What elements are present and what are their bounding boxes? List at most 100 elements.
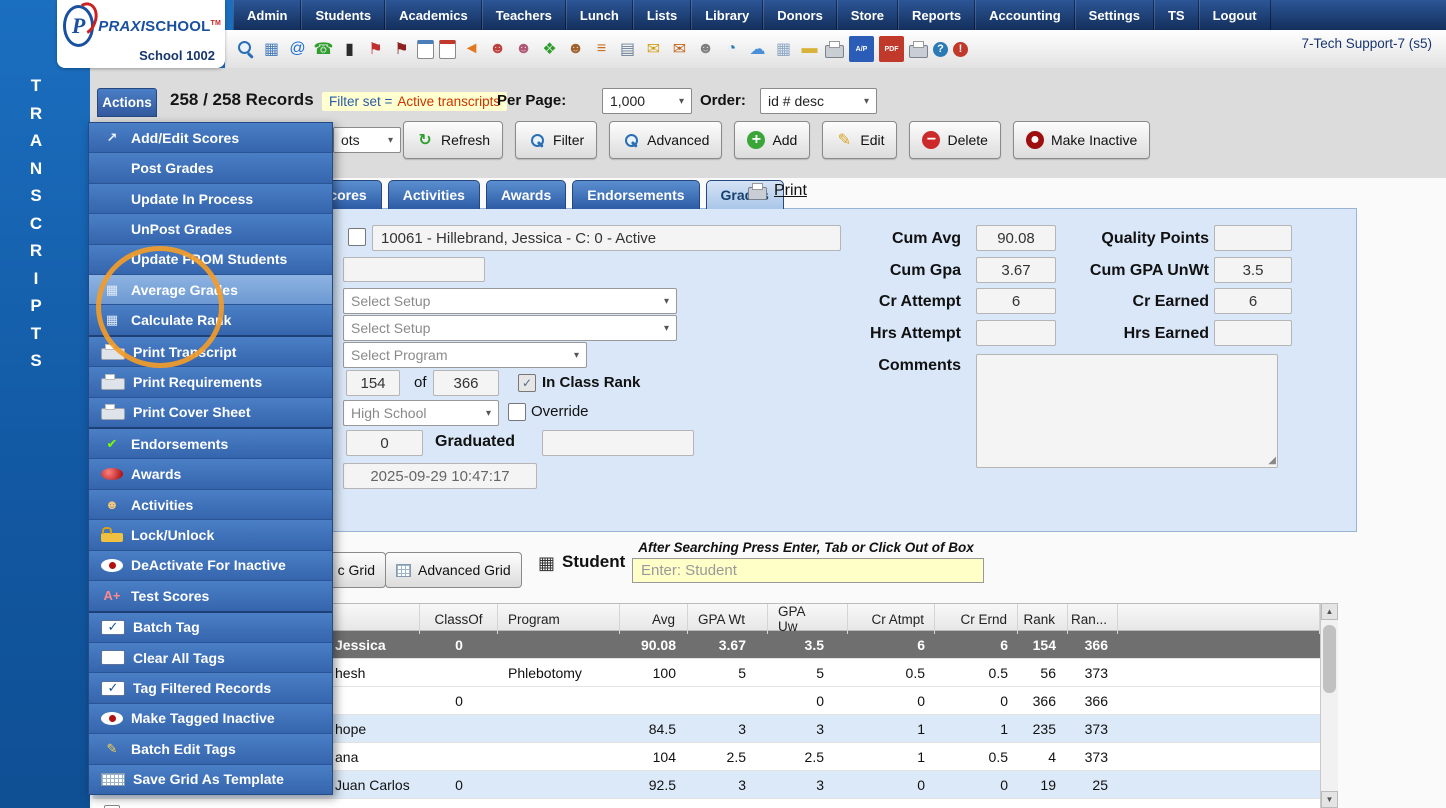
cum-gpa-unwt-field[interactable]: 3.5 <box>1214 257 1292 283</box>
add-button[interactable]: + Add <box>734 121 811 159</box>
grid-scrollbar[interactable]: ▲ ▼ <box>1320 603 1338 808</box>
student-icon[interactable]: ☻ <box>513 38 534 60</box>
actions-button[interactable]: Actions <box>97 88 157 117</box>
tab-awards[interactable]: Awards <box>485 180 567 209</box>
menu-item-print-requirements[interactable]: Print Requirements <box>89 367 332 398</box>
scrollbar-thumb[interactable] <box>1323 625 1336 693</box>
advanced-grid-button[interactable]: Advanced Grid <box>385 552 522 588</box>
quality-points-field[interactable] <box>1214 225 1292 251</box>
advanced-button[interactable]: Advanced <box>609 121 723 159</box>
menu-item-deactivate-for-inactive[interactable]: DeActivate For Inactive <box>89 550 332 582</box>
cum-gpa-field[interactable]: 3.67 <box>976 257 1056 283</box>
announcement-icon[interactable]: ◄ <box>461 38 482 60</box>
student-name-field[interactable]: 10061 - Hillebrand, Jessica - C: 0 - Act… <box>372 225 841 251</box>
nav-item-reports[interactable]: Reports <box>898 0 976 30</box>
student-row-checkbox[interactable] <box>348 228 366 246</box>
class-rank-total-field[interactable]: 366 <box>433 370 499 396</box>
tab-endorsements[interactable]: Endorsements <box>572 180 700 209</box>
graduated-date-field[interactable] <box>542 430 694 456</box>
transcripts-select-truncated[interactable]: ots ▾ <box>333 127 401 153</box>
scroll-down-icon[interactable]: ▼ <box>1321 791 1338 808</box>
nav-item-settings[interactable]: Settings <box>1074 0 1154 30</box>
cr-attempt-field[interactable]: 6 <box>976 288 1056 314</box>
menu-item-post-grades[interactable]: Post Grades <box>89 153 332 184</box>
chat-phone-icon[interactable]: ☎ <box>313 38 334 60</box>
nav-item-lunch[interactable]: Lunch <box>565 0 633 30</box>
calendar-red-icon[interactable] <box>439 39 456 59</box>
menu-item-update-in-process[interactable]: Update In Process <box>89 183 332 215</box>
hrs-attempt-field[interactable] <box>976 320 1056 346</box>
copier-icon[interactable] <box>909 40 928 58</box>
cum-avg-field[interactable]: 90.08 <box>976 225 1056 251</box>
menu-item-endorsements[interactable]: ✔ Endorsements <box>89 429 332 460</box>
mobile-icon[interactable]: ▮ <box>339 38 360 60</box>
tab-activities[interactable]: Activities <box>387 180 480 209</box>
edit-button[interactable]: ✎ Edit <box>822 121 898 159</box>
nav-item-students[interactable]: Students <box>301 0 386 30</box>
notepad-icon[interactable]: ▤ <box>617 38 638 60</box>
nav-item-lists[interactable]: Lists <box>632 0 692 30</box>
menu-item-print-transcript[interactable]: Print Transcript <box>89 336 332 368</box>
menu-item-lock-unlock[interactable]: Lock/Unlock <box>89 520 332 551</box>
secondary-field[interactable] <box>343 257 485 282</box>
ap-icon[interactable]: A/P <box>849 36 874 62</box>
student-add-icon[interactable]: ☻ <box>487 38 508 60</box>
menu-item-save-grid-as-template[interactable]: Save Grid As Template <box>89 764 332 794</box>
override-checkbox[interactable] <box>508 403 526 421</box>
school-level-select[interactable]: High School ▾ <box>343 400 499 426</box>
resize-handle-icon[interactable]: ◢ <box>1268 455 1276 466</box>
nav-item-donors[interactable]: Donors <box>763 0 837 30</box>
comments-textarea[interactable]: ◢ <box>976 354 1278 468</box>
people-gray-icon[interactable]: ☻ <box>695 38 716 60</box>
menu-item-average-grades[interactable]: ▦ Average Grades <box>89 275 332 306</box>
menu-item-batch-tag[interactable]: ✓ Batch Tag <box>89 612 332 643</box>
refresh-button[interactable]: ↻ Refresh <box>403 121 504 159</box>
menu-item-print-cover-sheet[interactable]: Print Cover Sheet <box>89 397 332 430</box>
menu-item-awards[interactable]: Awards <box>89 459 332 490</box>
row-checkbox[interactable] <box>103 804 120 808</box>
in-class-rank-checkbox[interactable]: ✓ <box>518 374 536 392</box>
lunch-icon[interactable]: ≡ <box>591 38 612 60</box>
alert-icon[interactable]: ! <box>953 41 968 57</box>
order-select[interactable]: id # desc ▾ <box>760 88 877 114</box>
per-page-select[interactable]: 1,000 ▾ <box>602 88 692 114</box>
delete-button[interactable]: − Delete <box>909 121 1001 159</box>
timestamp-field[interactable]: 2025-09-29 10:47:17 <box>343 463 537 489</box>
nav-item-library[interactable]: Library <box>691 0 764 30</box>
pdf-icon[interactable]: PDF <box>879 36 904 62</box>
nav-item-ts[interactable]: TS <box>1153 0 1199 30</box>
nav-item-accounting[interactable]: Accounting <box>975 0 1075 30</box>
class-rank-field[interactable]: 154 <box>346 370 400 396</box>
nav-item-store[interactable]: Store <box>836 0 899 30</box>
menu-item-update-from-students[interactable]: Update FROM Students <box>89 244 332 276</box>
print-link[interactable]: Print <box>748 182 807 200</box>
calendar-icon[interactable] <box>417 39 434 59</box>
make-inactive-button[interactable]: ● Make Inactive <box>1012 121 1151 159</box>
setup-select-1[interactable]: Select Setup ▾ <box>343 288 677 314</box>
help-icon[interactable]: ? <box>933 41 948 57</box>
nav-item-logout[interactable]: Logout <box>1198 0 1271 30</box>
pushpin-icon[interactable]: ⚑ <box>365 38 386 60</box>
setup-select-2[interactable]: Select Setup ▾ <box>343 315 677 341</box>
mail-forward-icon[interactable]: ✉ <box>669 38 690 60</box>
menu-item-clear-all-tags[interactable]: Clear All Tags <box>89 642 332 674</box>
scroll-up-icon[interactable]: ▲ <box>1321 603 1338 620</box>
graduated-count-field[interactable]: 0 <box>346 430 423 456</box>
hrs-earned-field[interactable] <box>1214 320 1292 346</box>
filter-button[interactable]: Filter <box>515 121 598 159</box>
chat-bubble-icon[interactable]: ☁ <box>747 38 768 60</box>
mail-send-icon[interactable]: ✉ <box>643 38 664 60</box>
nav-item-academics[interactable]: Academics <box>385 0 482 30</box>
cr-earned-field[interactable]: 6 <box>1214 288 1292 314</box>
menu-item-calculate-rank[interactable]: ▦ Calculate Rank <box>89 305 332 337</box>
search-icon[interactable] <box>235 38 256 60</box>
menu-item-unpost-grades[interactable]: UnPost Grades <box>89 214 332 245</box>
tags-icon[interactable]: ❖ <box>539 38 560 60</box>
program-select[interactable]: Select Program ▾ <box>343 342 587 368</box>
menu-item-activities[interactable]: ☻ Activities <box>89 489 332 521</box>
card-icon[interactable]: ▬ <box>799 38 820 60</box>
printer-green-icon[interactable] <box>825 40 844 58</box>
panel-grid-icon[interactable]: ▦ <box>261 38 282 60</box>
clock-icon[interactable]: ◔ <box>721 38 742 60</box>
menu-item-test-scores[interactable]: A+ Test Scores <box>89 581 332 613</box>
